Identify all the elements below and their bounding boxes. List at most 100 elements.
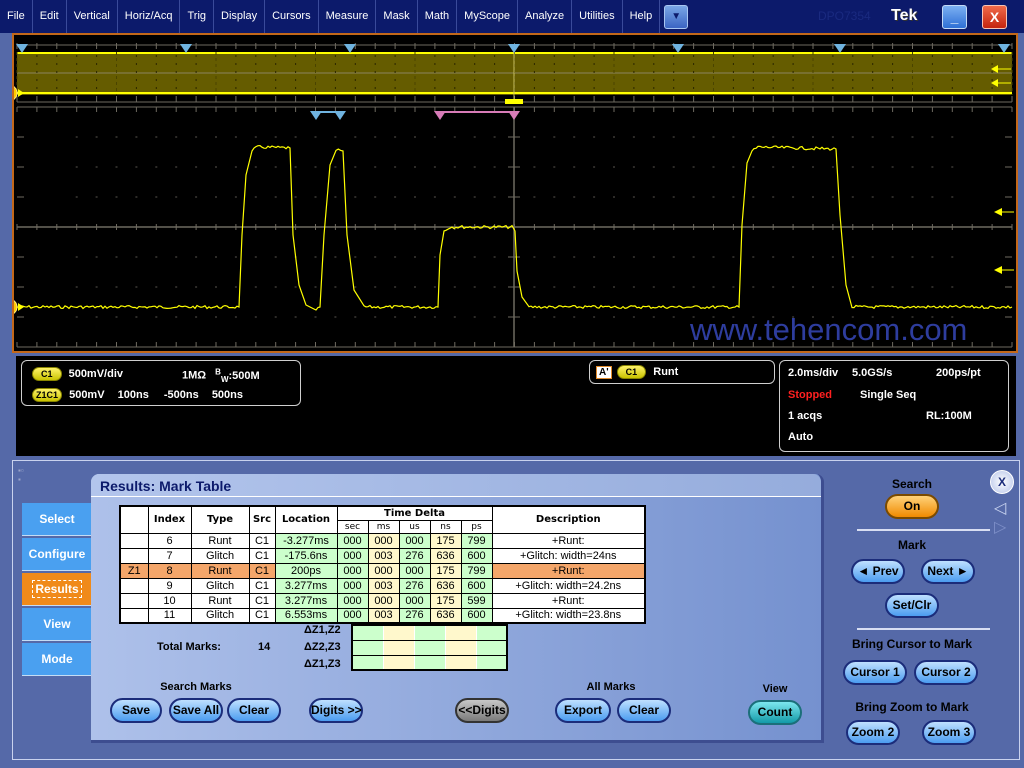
mark-index-cell: 7	[147, 547, 192, 564]
delta-sec-cell: 000	[336, 532, 369, 549]
mark-row[interactable]: 6 Runt C1 -3.277ms 000 000 000 175 799 +Runt:	[119, 532, 646, 549]
panel-forward-icon[interactable]: ▷	[994, 517, 1006, 537]
tab-mode[interactable]: Mode	[22, 643, 92, 676]
menu-help[interactable]: Help	[623, 0, 661, 33]
search-side-panel: X ◁ ▷ Search On Mark ◄ Prev Next ► Set/C…	[842, 461, 1022, 761]
zoom-position-marker	[505, 99, 523, 104]
mark-row[interactable]: 10 Runt C1 3.277ms 000 000 000 175 599 +Runt:	[119, 592, 646, 609]
digits-more-button[interactable]: Digits >>	[309, 698, 363, 723]
cursor2-button[interactable]: Cursor 2	[914, 660, 978, 685]
search-mark-icon	[334, 111, 346, 120]
zoom2-button[interactable]: Zoom 2	[846, 720, 900, 745]
horizontal-readout[interactable]: 2.0ms/div 5.0GS/s 200ps/pt Stopped Singl…	[779, 360, 1009, 452]
zoom-hscale: 100ns	[117, 389, 149, 401]
close-panel-button[interactable]: X	[990, 470, 1014, 494]
mark-index-cell: 6	[147, 532, 192, 549]
sample-rate: 5.0GS/s	[852, 367, 893, 379]
menu-math[interactable]: Math	[418, 0, 458, 33]
search-marks-label: Search Marks	[160, 681, 232, 693]
tab-view[interactable]: View	[22, 608, 92, 641]
close-button[interactable]: X	[982, 5, 1007, 29]
mark-type-cell: Glitch	[190, 547, 250, 564]
mark-zoom-cell	[119, 547, 149, 564]
cursor1-button[interactable]: Cursor 1	[843, 660, 907, 685]
delta-sec-cell: 000	[336, 577, 369, 594]
delta-sec-cell: 000	[336, 592, 369, 609]
menu-cursors[interactable]: Cursors	[265, 0, 319, 33]
prev-mark-button[interactable]: ◄ Prev	[851, 559, 905, 584]
mark-location-cell: 6.553ms	[274, 607, 338, 624]
menu-trig[interactable]: Trig	[180, 0, 215, 33]
mark-description-cell: +Runt:	[491, 532, 646, 549]
total-marks-value: 14	[258, 641, 271, 653]
search-badge: A'	[596, 366, 612, 379]
delta-ps-cell: 600	[460, 577, 493, 594]
level-arrow-icon	[994, 266, 1002, 274]
delta-ms-cell: 003	[367, 547, 400, 564]
delta-z1-z2-label: ΔZ1,Z2	[304, 624, 341, 636]
waveform-display[interactable]: 11 www.tehencom.com	[12, 33, 1018, 353]
delta-ns-cell: 636	[429, 607, 462, 624]
set-clear-mark-button[interactable]: Set/Clr	[885, 593, 939, 618]
clear-all-marks-button[interactable]: Clear	[617, 698, 671, 723]
ch1-impedance: 1MΩ	[182, 369, 207, 382]
clear-search-marks-button[interactable]: Clear	[227, 698, 281, 723]
graticule-svg: 11	[14, 43, 1014, 348]
separator	[857, 628, 990, 630]
menu-analyze[interactable]: Analyze	[518, 0, 573, 33]
close-icon: X	[997, 475, 1006, 489]
mark-row[interactable]: Z1 8 Runt C1 200ps 000 000 000 175 799 +Runt:	[119, 562, 646, 579]
delta-us-cell: 000	[398, 592, 431, 609]
mark-zoom-cell	[119, 577, 149, 594]
channel1-marker-icon	[14, 300, 18, 314]
col-time-delta: Time Delta	[336, 505, 493, 521]
record-length: RL:100M	[926, 410, 972, 422]
mark-description-cell: +Runt:	[491, 592, 646, 609]
zoom-delta-table	[351, 624, 508, 671]
menu-utilities[interactable]: Utilities	[572, 0, 623, 33]
tab-results[interactable]: Results	[22, 573, 92, 606]
tab-configure[interactable]: Configure	[22, 538, 92, 571]
count-view-button[interactable]: Count	[748, 700, 802, 725]
delta-sec-cell: 000	[336, 607, 369, 624]
mark-type-cell: Runt	[190, 592, 250, 609]
menu-horiz-acq[interactable]: Horiz/Acq	[118, 0, 181, 33]
mark-row[interactable]: 9 Glitch C1 3.277ms 000 003 276 636 600 +Glitch: …	[119, 577, 646, 594]
next-mark-button[interactable]: Next ►	[921, 559, 975, 584]
tab-select[interactable]: Select	[22, 503, 92, 536]
minimize-button[interactable]: _	[942, 5, 967, 29]
save-all-button[interactable]: Save All	[169, 698, 223, 723]
mark-src-cell: C1	[248, 532, 276, 549]
save-button[interactable]: Save	[110, 698, 162, 723]
menu-file[interactable]: File	[0, 0, 33, 33]
digits-less-button[interactable]: <<Digits	[455, 698, 509, 723]
col-type: Type	[190, 505, 250, 534]
menu-myscope[interactable]: MyScope	[457, 0, 519, 33]
mark-row[interactable]: 11 Glitch C1 6.553ms 000 003 276 636 600 +Glitch:…	[119, 607, 646, 624]
menu-display[interactable]: Display	[214, 0, 266, 33]
mark-row[interactable]: 7 Glitch C1 -175.6ns 000 003 276 636 600 +Glitch:…	[119, 547, 646, 564]
channel1-arrow-icon	[18, 303, 24, 311]
drag-grip-icon[interactable]: ▪▫ ▪	[18, 466, 24, 484]
delta-ms-cell: 000	[367, 592, 400, 609]
results-title: Results: Mark Table	[91, 474, 821, 497]
acq-mode: Single Seq	[860, 389, 917, 401]
zoom3-button[interactable]: Zoom 3	[922, 720, 976, 745]
menu-dropdown-button[interactable]: ▼	[664, 4, 689, 29]
menu-mask[interactable]: Mask	[376, 0, 418, 33]
mark-src-cell: C1	[248, 547, 276, 564]
all-marks-label: All Marks	[586, 681, 636, 693]
mark-description-cell: +Glitch: width=24.2ns	[491, 577, 646, 594]
channel-readout[interactable]: C1 500mV/div 1MΩ BW:500M Z1C1 500mV 100n…	[21, 360, 301, 406]
panel-back-icon[interactable]: ◁	[994, 498, 1006, 518]
menu-measure[interactable]: Measure	[319, 0, 377, 33]
search-on-toggle[interactable]: On	[885, 494, 939, 519]
zoom-mark-icon	[508, 111, 520, 120]
menu-vertical[interactable]: Vertical	[67, 0, 118, 33]
mark-description-cell: +Runt:	[491, 562, 646, 579]
ch1-bandwidth: BW:500M	[215, 367, 260, 384]
menu-edit[interactable]: Edit	[33, 0, 67, 33]
export-button[interactable]: Export	[555, 698, 611, 723]
search-readout[interactable]: A' C1 Runt	[589, 360, 775, 384]
mark-location-cell: 3.277ms	[274, 577, 338, 594]
